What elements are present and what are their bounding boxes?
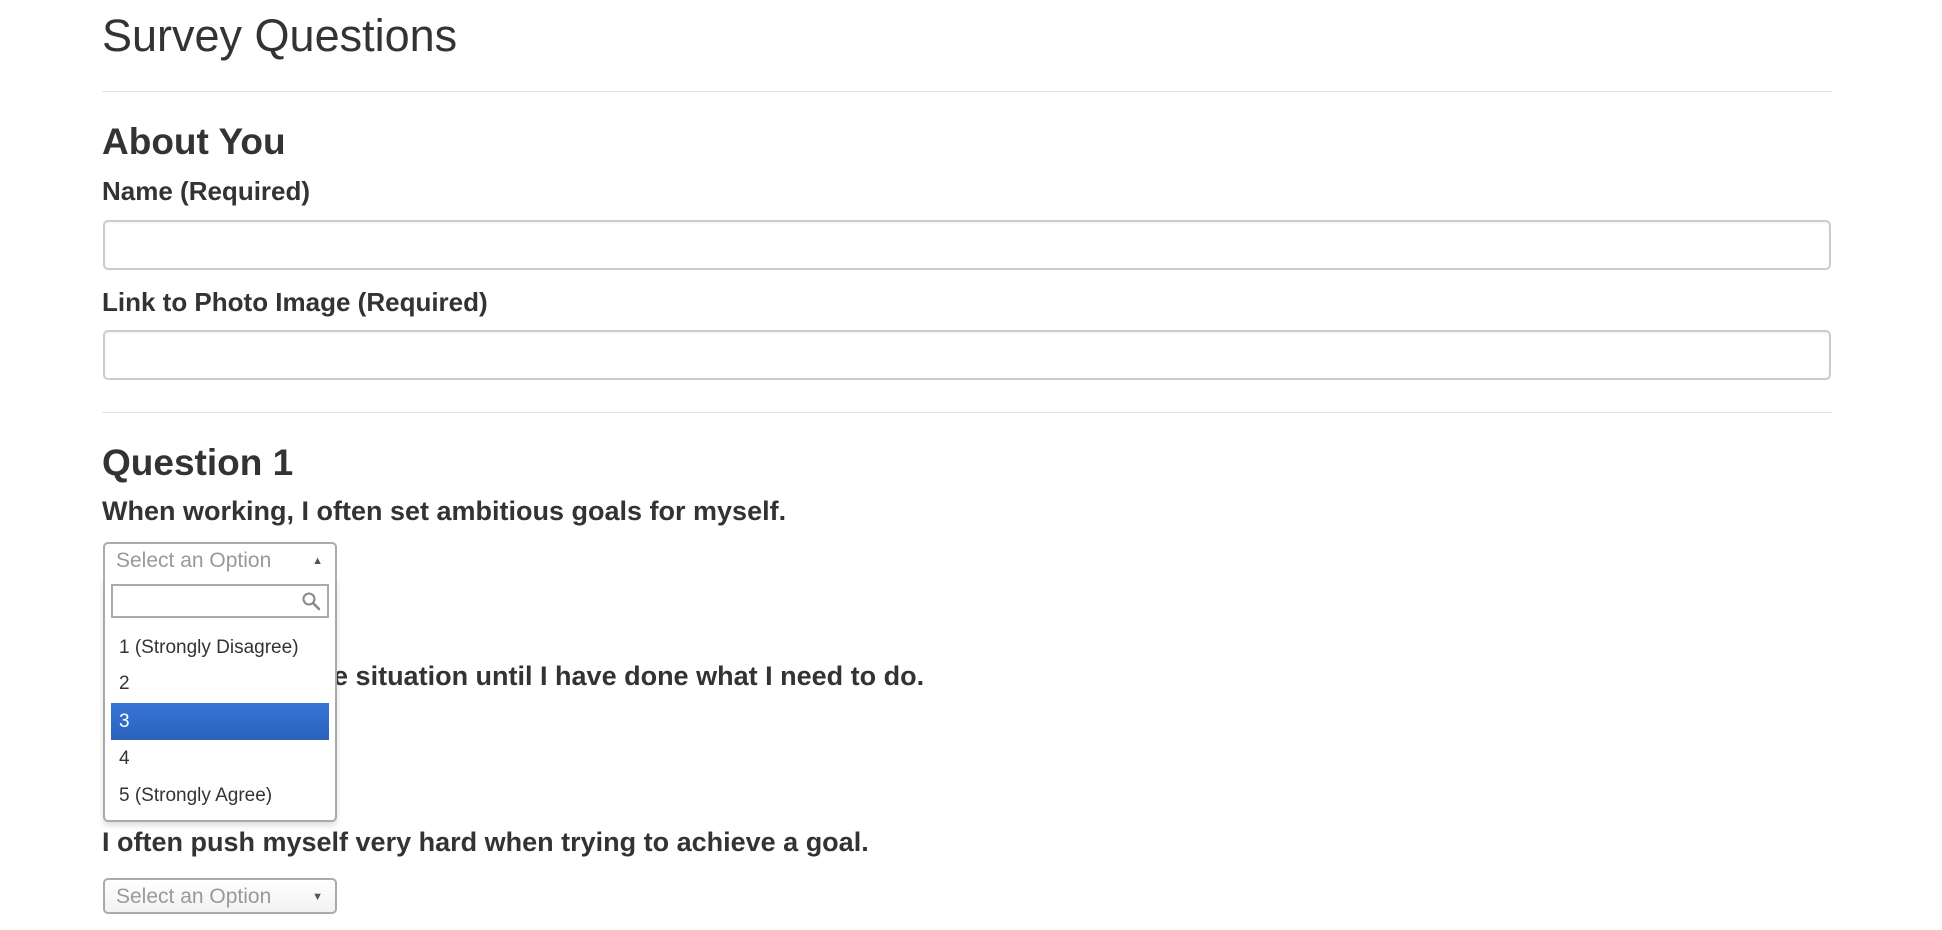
- dropdown-option-1[interactable]: 1 (Strongly Disagree): [111, 629, 329, 666]
- question-1-dropdown: 1 (Strongly Disagree) 2 3 4 5 (Strongly …: [103, 577, 337, 822]
- about-you-heading: About You: [102, 121, 286, 162]
- chevron-down-icon: ▼: [312, 891, 323, 903]
- dropdown-option-4[interactable]: 4: [111, 740, 329, 777]
- question-1-select-placeholder: Select an Option: [116, 549, 272, 572]
- question-1-select[interactable]: Select an Option ▲: [103, 542, 337, 578]
- section-divider: [102, 412, 1832, 413]
- photo-link-label: Link to Photo Image (Required): [102, 287, 488, 317]
- page-title: Survey Questions: [102, 10, 458, 61]
- photo-link-input[interactable]: [103, 330, 1831, 380]
- question-1-text: When working, I often set ambitious goal…: [102, 496, 787, 526]
- chevron-up-icon: ▲: [312, 555, 323, 567]
- question-3-select[interactable]: Select an Option ▼: [103, 878, 337, 914]
- question-3-text: I often push myself very hard when tryin…: [102, 827, 869, 857]
- dropdown-search-input[interactable]: [111, 584, 329, 618]
- survey-page: Survey Questions About You Name (Require…: [0, 0, 1942, 930]
- question-3-select-placeholder: Select an Option: [116, 885, 272, 908]
- name-label: Name (Required): [102, 176, 311, 206]
- title-divider: [102, 91, 1832, 92]
- dropdown-option-2[interactable]: 2: [111, 665, 329, 702]
- name-input[interactable]: [103, 220, 1831, 270]
- dropdown-option-3[interactable]: 3: [111, 703, 329, 740]
- dropdown-option-5[interactable]: 5 (Strongly Agree): [111, 777, 329, 814]
- search-icon: [302, 592, 321, 611]
- question-1-heading: Question 1: [102, 442, 294, 483]
